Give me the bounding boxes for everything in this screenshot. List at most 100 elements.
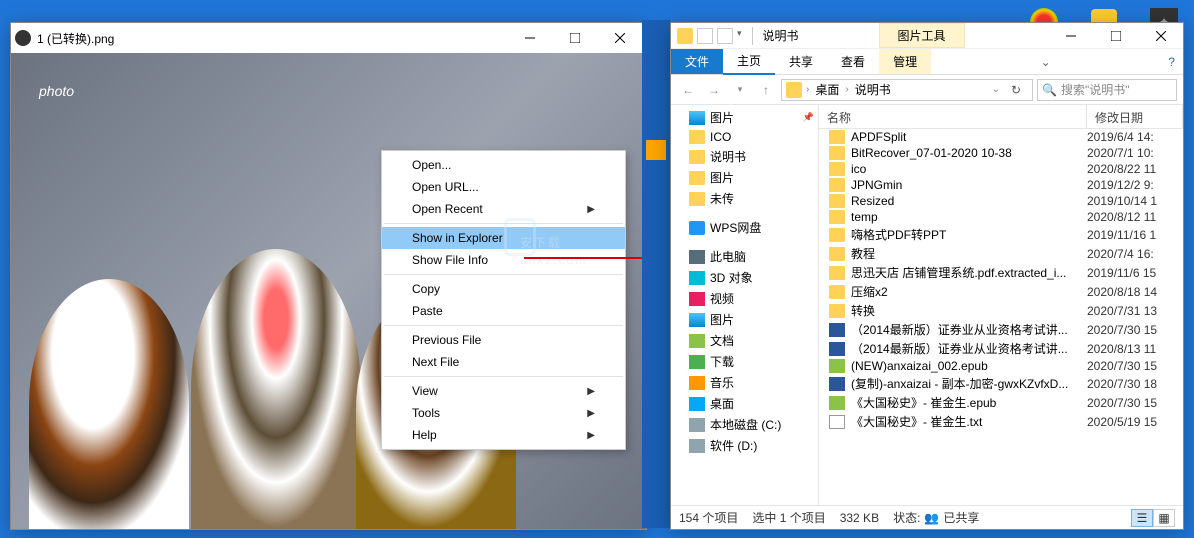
breadcrumb-desktop[interactable]: 桌面 bbox=[813, 81, 841, 98]
nav-item[interactable]: WPS网盘 bbox=[671, 217, 818, 238]
search-input[interactable]: 🔍 搜索"说明书" bbox=[1037, 79, 1177, 101]
refresh-button[interactable]: ↻ bbox=[1004, 83, 1028, 97]
nav-item[interactable]: 图片 bbox=[671, 167, 818, 188]
file-list[interactable]: APDFSplit2019/6/4 14:BitRecover_07-01-20… bbox=[819, 129, 1183, 505]
qat-button[interactable] bbox=[717, 28, 733, 44]
column-header-name[interactable]: 名称 bbox=[819, 105, 1087, 128]
forward-button[interactable]: → bbox=[703, 79, 725, 101]
nav-item[interactable]: 软件 (D:) bbox=[671, 435, 818, 456]
viewer-titlebar[interactable]: 1 (已转换).png bbox=[11, 23, 646, 53]
nav-item[interactable]: 3D 对象 bbox=[671, 267, 818, 288]
menu-item-tools[interactable]: Tools▶ bbox=[382, 402, 625, 424]
maximize-button[interactable] bbox=[552, 24, 597, 52]
file-row[interactable]: 转换2020/7/31 13 bbox=[819, 301, 1183, 320]
file-date: 2020/7/1 10: bbox=[1087, 146, 1183, 160]
nav-item[interactable]: 图片 bbox=[671, 107, 818, 128]
close-icon bbox=[615, 33, 625, 43]
file-row[interactable]: 教程2020/7/4 16: bbox=[819, 244, 1183, 263]
explorer-folder-icon bbox=[677, 28, 693, 44]
file-row[interactable]: temp2020/8/12 11 bbox=[819, 209, 1183, 225]
file-row[interactable]: (NEW)anxaizai_002.epub2020/7/30 15 bbox=[819, 358, 1183, 374]
nav-item[interactable]: 桌面 bbox=[671, 393, 818, 414]
nav-item[interactable]: 音乐 bbox=[671, 372, 818, 393]
up-button[interactable]: ↑ bbox=[755, 79, 777, 101]
file-date: 2019/10/14 1 bbox=[1087, 194, 1183, 208]
picture-tools-tab[interactable]: 图片工具 bbox=[879, 23, 965, 48]
address-input[interactable]: › 桌面 › 说明书 ⌄ ↻ bbox=[781, 79, 1033, 101]
nav-item-label: 下载 bbox=[710, 353, 734, 370]
recent-dropdown-icon[interactable]: ▾ bbox=[729, 79, 751, 101]
ribbon-expand-icon[interactable]: ⌄ bbox=[1033, 55, 1059, 69]
breadcrumb-sep-icon[interactable]: › bbox=[806, 84, 809, 95]
word-icon bbox=[829, 323, 845, 337]
file-row[interactable]: （2014最新版）证券业从业资格考试讲...2020/7/30 15 bbox=[819, 320, 1183, 339]
folder-icon bbox=[829, 210, 845, 224]
file-row[interactable]: 压缩x22020/8/18 14 bbox=[819, 282, 1183, 301]
ribbon-tab-home[interactable]: 主页 bbox=[723, 48, 775, 75]
file-row[interactable]: 嗨格式PDF转PPT2019/11/16 1 bbox=[819, 225, 1183, 244]
task-tile[interactable] bbox=[646, 140, 666, 160]
nav-item[interactable]: 说明书 bbox=[671, 146, 818, 167]
nav-item[interactable]: 下载 bbox=[671, 351, 818, 372]
file-name: （2014最新版）证券业从业资格考试讲... bbox=[851, 321, 1087, 338]
nav-item[interactable]: 视频 bbox=[671, 288, 818, 309]
folder-icon bbox=[689, 334, 705, 348]
menu-item-label: Show File Info bbox=[412, 253, 488, 267]
file-row[interactable]: JPNGmin2019/12/2 9: bbox=[819, 177, 1183, 193]
ribbon-tab-manage[interactable]: 管理 bbox=[879, 49, 931, 74]
menu-item-previous-file[interactable]: Previous File bbox=[382, 329, 625, 351]
navigation-pane[interactable]: 图片ICO说明书图片未传WPS网盘此电脑3D 对象视频图片文档下载音乐桌面本地磁… bbox=[671, 105, 819, 505]
file-date: 2020/7/30 15 bbox=[1087, 396, 1183, 410]
menu-item-help[interactable]: Help▶ bbox=[382, 424, 625, 446]
ribbon-tab-view[interactable]: 查看 bbox=[827, 49, 879, 74]
nav-item[interactable]: 本地磁盘 (C:) bbox=[671, 414, 818, 435]
menu-item-open-recent[interactable]: Open Recent▶ bbox=[382, 198, 625, 220]
close-button[interactable] bbox=[597, 24, 642, 52]
close-button[interactable] bbox=[1138, 22, 1183, 50]
nav-item-label: 3D 对象 bbox=[710, 269, 753, 286]
explorer-title: 说明书 bbox=[757, 27, 799, 44]
file-date: 2020/8/22 11 bbox=[1087, 162, 1183, 176]
menu-item-open-[interactable]: Open... bbox=[382, 154, 625, 176]
ribbon-tab-file[interactable]: 文件 bbox=[671, 49, 723, 74]
address-dropdown-icon[interactable]: ⌄ bbox=[992, 84, 1000, 95]
view-details-button[interactable]: ☰ bbox=[1131, 509, 1153, 527]
lock-icon bbox=[504, 218, 536, 256]
nav-item[interactable]: 未传 bbox=[671, 188, 818, 209]
file-row[interactable]: 思迅天店 店铺管理系统.pdf.extracted_i...2019/11/6 … bbox=[819, 263, 1183, 282]
file-row[interactable]: APDFSplit2019/6/4 14: bbox=[819, 129, 1183, 145]
txt-icon bbox=[829, 415, 845, 429]
file-row[interactable]: 《大国秘史》- 崔金生.epub2020/7/30 15 bbox=[819, 393, 1183, 412]
minimize-button[interactable] bbox=[507, 24, 552, 52]
ribbon-tab-share[interactable]: 共享 bbox=[775, 49, 827, 74]
file-row[interactable]: 《大国秘史》- 崔金生.txt2020/5/19 15 bbox=[819, 412, 1183, 431]
nav-item[interactable]: ICO bbox=[671, 128, 818, 146]
file-row[interactable]: (复制)-anxaizai - 副本-加密-gwxKZvfxD...2020/7… bbox=[819, 374, 1183, 393]
explorer-titlebar[interactable]: ▾ 说明书 图片工具 bbox=[671, 23, 1183, 49]
nav-item[interactable]: 文档 bbox=[671, 330, 818, 351]
menu-item-next-file[interactable]: Next File bbox=[382, 351, 625, 373]
help-icon[interactable]: ? bbox=[1160, 55, 1183, 69]
menu-item-paste[interactable]: Paste bbox=[382, 300, 625, 322]
qat-button[interactable] bbox=[697, 28, 713, 44]
file-row[interactable]: ico2020/8/22 11 bbox=[819, 161, 1183, 177]
file-row[interactable]: （2014最新版）证券业从业资格考试讲...2020/8/13 11 bbox=[819, 339, 1183, 358]
file-row[interactable]: Resized2019/10/14 1 bbox=[819, 193, 1183, 209]
qat-dropdown-icon[interactable]: ▾ bbox=[737, 28, 742, 44]
column-header-date[interactable]: 修改日期 bbox=[1087, 105, 1183, 128]
menu-item-view[interactable]: View▶ bbox=[382, 380, 625, 402]
menu-item-open-url-[interactable]: Open URL... bbox=[382, 176, 625, 198]
view-icons-button[interactable]: ▦ bbox=[1153, 509, 1175, 527]
nav-item[interactable]: 图片 bbox=[671, 309, 818, 330]
minimize-button[interactable] bbox=[1048, 22, 1093, 50]
back-button[interactable]: ← bbox=[677, 79, 699, 101]
breadcrumb-sep-icon[interactable]: › bbox=[845, 84, 848, 95]
nav-item[interactable]: 此电脑 bbox=[671, 246, 818, 267]
file-row[interactable]: BitRecover_07-01-2020 10-382020/7/1 10: bbox=[819, 145, 1183, 161]
maximize-icon bbox=[1111, 31, 1121, 41]
menu-item-copy[interactable]: Copy bbox=[382, 278, 625, 300]
folder-icon bbox=[829, 194, 845, 208]
maximize-button[interactable] bbox=[1093, 22, 1138, 50]
nav-item-label: 音乐 bbox=[710, 374, 734, 391]
breadcrumb-folder[interactable]: 说明书 bbox=[853, 81, 893, 98]
